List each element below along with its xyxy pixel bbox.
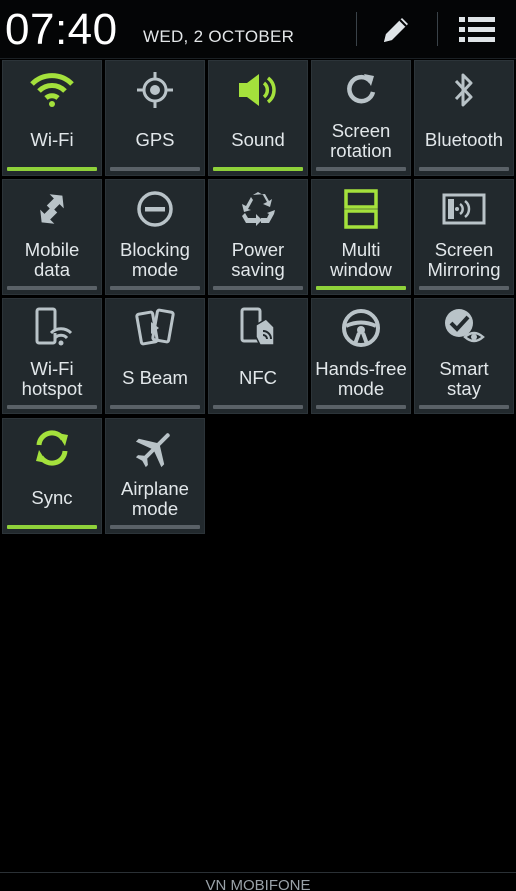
- tile-screen-rotation[interactable]: Screen rotation: [311, 60, 411, 176]
- notification-header: 07:40 WED, 2 OCTOBER: [0, 0, 516, 59]
- state-indicator: [316, 405, 406, 409]
- airplane-icon: [106, 427, 204, 469]
- tile-power-saving[interactable]: Power saving: [208, 179, 308, 295]
- settings-list-button[interactable]: [455, 10, 499, 50]
- tile-nfc[interactable]: NFC: [208, 298, 308, 414]
- tile-label: Hands-free mode: [315, 358, 407, 399]
- state-indicator: [213, 286, 303, 290]
- tile-sound[interactable]: Sound: [208, 60, 308, 176]
- divider: [356, 12, 357, 46]
- state-indicator: [316, 167, 406, 171]
- tile-label: Mobile data: [24, 239, 80, 280]
- pencil-icon: [384, 18, 408, 42]
- tile-label: Screen rotation: [330, 120, 392, 161]
- screen-mirroring-icon: [415, 188, 513, 230]
- tile-mobile-data[interactable]: Mobile data: [2, 179, 102, 295]
- tile-label: Power saving: [231, 239, 285, 280]
- bluetooth-icon: [415, 69, 513, 111]
- tile-label: Sync: [31, 487, 73, 508]
- tile-label: Sound: [231, 129, 285, 150]
- sound-icon: [209, 69, 307, 111]
- tile-label: Bluetooth: [424, 129, 504, 150]
- list-icon: [459, 17, 495, 42]
- state-indicator: [7, 167, 97, 171]
- carrier-label: VN MOBIFONE: [0, 872, 516, 891]
- state-indicator: [110, 286, 200, 290]
- state-indicator: [213, 405, 303, 409]
- state-indicator: [419, 286, 509, 290]
- state-indicator: [7, 525, 97, 529]
- divider: [437, 12, 438, 46]
- state-indicator: [419, 405, 509, 409]
- tile-gps[interactable]: GPS: [105, 60, 205, 176]
- tile-bluetooth[interactable]: Bluetooth: [414, 60, 514, 176]
- state-indicator: [213, 167, 303, 171]
- tile-label: Screen Mirroring: [427, 239, 501, 280]
- state-indicator: [419, 167, 509, 171]
- tile-label: S Beam: [122, 367, 188, 388]
- state-indicator: [7, 286, 97, 290]
- tile-label: Wi-Fi: [30, 129, 74, 150]
- state-indicator: [110, 405, 200, 409]
- state-indicator: [110, 525, 200, 529]
- mobile-data-icon: [3, 188, 101, 230]
- state-indicator: [316, 286, 406, 290]
- state-indicator: [110, 167, 200, 171]
- tile-wifi-hotspot[interactable]: Wi-Fi hotspot: [2, 298, 102, 414]
- sync-icon: [3, 427, 101, 469]
- tile-label: Blocking mode: [120, 239, 190, 280]
- tile-label: GPS: [135, 129, 175, 150]
- edit-button[interactable]: [374, 10, 418, 50]
- s-beam-icon: [106, 307, 204, 349]
- rotation-icon: [312, 69, 410, 111]
- wifi-icon: [3, 69, 101, 111]
- gps-icon: [106, 69, 204, 111]
- tile-label: Multi window: [330, 239, 392, 280]
- tile-smart-stay[interactable]: Smart stay: [414, 298, 514, 414]
- tile-label: Airplane mode: [121, 478, 189, 519]
- state-indicator: [7, 405, 97, 409]
- recycle-icon: [209, 188, 307, 230]
- tile-label: NFC: [238, 367, 278, 388]
- date-label: WED, 2 OCTOBER: [143, 27, 295, 46]
- tile-airplane-mode[interactable]: Airplane mode: [105, 418, 205, 534]
- tile-multi-window[interactable]: Multi window: [311, 179, 411, 295]
- tile-wifi[interactable]: Wi-Fi: [2, 60, 102, 176]
- tile-screen-mirroring[interactable]: Screen Mirroring: [414, 179, 514, 295]
- tile-s-beam[interactable]: S Beam: [105, 298, 205, 414]
- steering-wheel-icon: [312, 307, 410, 349]
- tile-label: Wi-Fi hotspot: [21, 358, 83, 399]
- tile-blocking-mode[interactable]: Blocking mode: [105, 179, 205, 295]
- multi-window-icon: [312, 188, 410, 230]
- blocking-mode-icon: [106, 188, 204, 230]
- smart-stay-icon: [415, 307, 513, 349]
- tile-sync[interactable]: Sync: [2, 418, 102, 534]
- nfc-icon: [209, 307, 307, 349]
- wifi-hotspot-icon: [3, 307, 101, 349]
- tile-label: Smart stay: [439, 358, 489, 399]
- clock: 07:40: [5, 5, 118, 54]
- tile-hands-free-mode[interactable]: Hands-free mode: [311, 298, 411, 414]
